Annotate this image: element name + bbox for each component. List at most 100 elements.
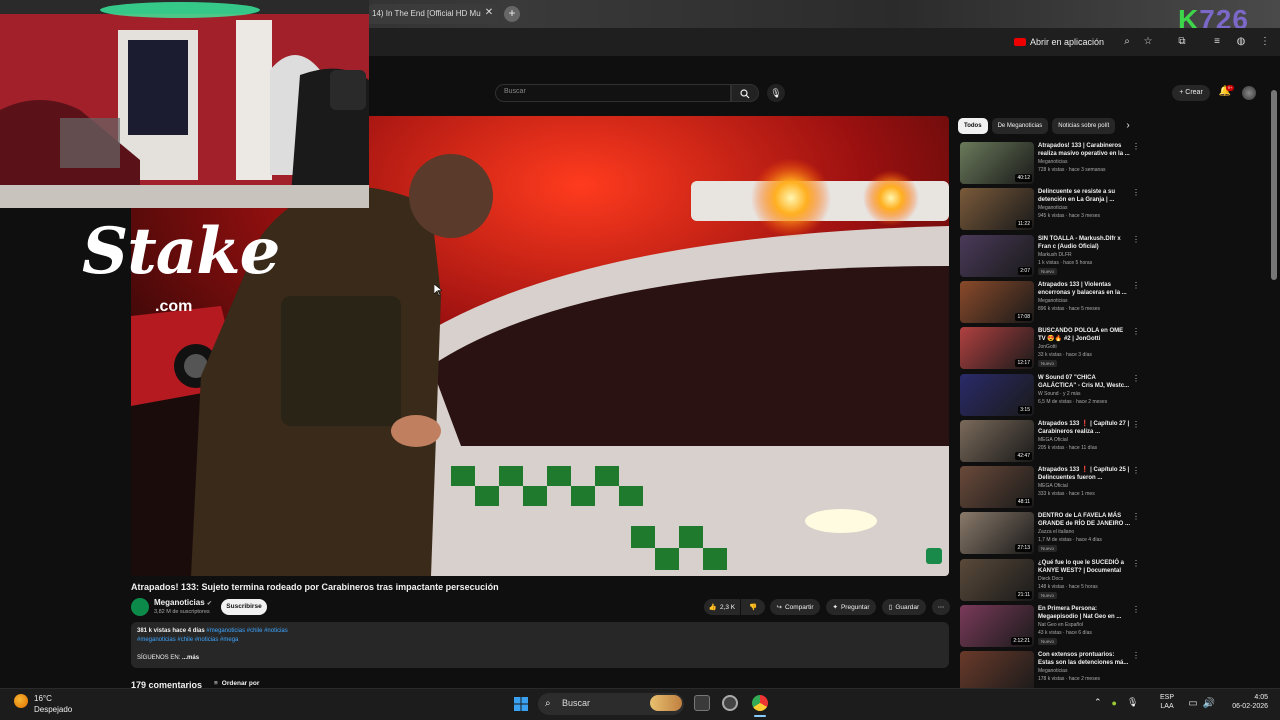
more-vert-icon[interactable]: ⋮ <box>1132 466 1140 475</box>
recommendation-channel[interactable]: Dieck Docs <box>1038 576 1063 582</box>
video-description[interactable]: 381 k vistas hace 4 días #meganoticias #… <box>131 622 949 668</box>
open-in-app-button[interactable]: Abrir en aplicación <box>1014 34 1110 50</box>
video-thumbnail[interactable]: 11:22 <box>960 188 1034 231</box>
recommendation-channel[interactable]: MEGA Oficial <box>1038 483 1068 489</box>
obs-app-icon[interactable] <box>722 695 738 711</box>
share-button[interactable]: ↪ Compartir <box>770 599 820 615</box>
save-button[interactable]: ▯ Guardar <box>882 599 926 615</box>
more-vert-icon[interactable]: ⋮ <box>1132 651 1140 660</box>
bookmark-star-icon[interactable]: ☆ <box>1141 35 1155 49</box>
more-vert-icon[interactable]: ⋮ <box>1132 374 1140 383</box>
desc-hashtags-1[interactable]: #meganoticias #chile #noticias <box>206 628 287 634</box>
weather-condition[interactable]: Despejado <box>34 705 72 714</box>
search-input[interactable]: Buscar <box>495 84 731 102</box>
recommendation-title[interactable]: Atrapados 133 | Violentas encerronas y b… <box>1038 281 1130 297</box>
recommendation-item[interactable]: 3:15 W Sound 07 "CHICA GALÁCTICA" - Cris … <box>960 373 1140 418</box>
video-thumbnail[interactable]: 42:47 <box>960 419 1034 462</box>
recommendation-title[interactable]: Atrapados 133 ❗ | Capítulo 25 | Delincue… <box>1038 466 1130 482</box>
subscribe-button[interactable]: Suscribirse <box>221 599 267 615</box>
recommendation-channel[interactable]: Meganoticias <box>1038 298 1067 304</box>
recommendation-channel[interactable]: Meganoticias <box>1038 159 1067 165</box>
show-more-link[interactable]: ...más <box>182 655 199 661</box>
sort-comments-button[interactable]: ≡ Ordenar por <box>214 680 259 687</box>
recommendation-item[interactable]: 40:12 Atrapados! 133 | Carabineros realiz… <box>960 142 1140 186</box>
zoom-icon[interactable]: ⌕ <box>1120 35 1134 49</box>
more-actions-button[interactable]: ⋯ <box>932 599 950 615</box>
channel-name[interactable]: Meganoticias ✔ <box>154 598 212 607</box>
video-thumbnail[interactable]: 27:13 <box>960 512 1034 555</box>
more-vert-icon[interactable]: ⋮ <box>1132 559 1140 568</box>
more-vert-icon[interactable]: ⋮ <box>1132 512 1140 521</box>
recommendation-item[interactable]: 21:11 ¿Qué fue lo que le SUCEDIÓ a KANYE … <box>960 558 1140 603</box>
recommendation-item[interactable]: 12:17 BUSCANDO POLOLA en OME TV 😍🔥 #2 | J… <box>960 327 1140 371</box>
recommendation-item[interactable]: 2:07 SIN TOALLA - Markush.Dlfr x Fran c (… <box>960 234 1140 279</box>
more-vert-icon[interactable]: ⋮ <box>1132 420 1140 429</box>
recommendation-title[interactable]: BUSCANDO POLOLA en OME TV 😍🔥 #2 | JonGot… <box>1038 327 1130 343</box>
recommendation-title[interactable]: Delincuente se resiste a su detención en… <box>1038 188 1130 204</box>
desc-hashtags-2[interactable]: #meganoticias #chile #noticias #mega <box>137 636 943 645</box>
chip-all[interactable]: Todos <box>958 118 988 134</box>
system-clock[interactable]: 4:05 06-02-2026 <box>1222 693 1268 711</box>
ask-button[interactable]: ✦ Preguntar <box>826 599 876 615</box>
search-button[interactable] <box>731 84 759 102</box>
video-thumbnail[interactable]: 2:07 <box>960 234 1034 277</box>
recommendation-title[interactable]: W Sound 07 "CHICA GALÁCTICA" - Cris MJ, … <box>1038 374 1130 390</box>
recommendation-channel[interactable]: Meganoticias <box>1038 205 1067 211</box>
chip-from-channel[interactable]: De Meganoticias <box>991 118 1049 134</box>
weather-temperature[interactable]: 16°C <box>34 694 52 703</box>
media-control-icon[interactable]: ≡ <box>1210 35 1224 49</box>
recommendation-item[interactable]: 42:47 Atrapados 133 ❗ | Capítulo 27 | Car… <box>960 419 1140 464</box>
network-icon[interactable]: ▭ <box>1186 697 1200 711</box>
more-vert-icon[interactable]: ⋮ <box>1132 142 1140 151</box>
tray-overflow-icon[interactable]: ⌃ <box>1094 697 1102 708</box>
create-button[interactable]: + Crear <box>1172 85 1210 101</box>
page-scrollbar[interactable] <box>1271 90 1277 280</box>
channel-avatar[interactable] <box>131 598 149 616</box>
tab-close-icon[interactable]: ✕ <box>482 6 496 20</box>
recommendation-channel[interactable]: W Sound · y 2 más <box>1038 391 1081 397</box>
input-language-button[interactable]: ESP LAA <box>1160 693 1174 711</box>
recommendation-title[interactable]: ¿Qué fue lo que le SUCEDIÓ a KANYE WEST?… <box>1038 559 1130 575</box>
more-vert-icon[interactable]: ⋮ <box>1132 327 1140 336</box>
dislike-button[interactable]: 👎 <box>741 599 765 615</box>
recommendation-item[interactable]: 11:22 Delincuente se resiste a su detenci… <box>960 188 1140 232</box>
recommendation-item[interactable]: 27:13 DENTRO de LA FAVELA MÁS GRANDE de R… <box>960 512 1140 556</box>
more-vert-icon[interactable]: ⋮ <box>1132 188 1140 197</box>
chevron-right-icon[interactable]: › <box>1122 118 1134 134</box>
recommendation-title[interactable]: DENTRO de LA FAVELA MÁS GRANDE de RÍO DE… <box>1038 512 1130 528</box>
menu-kebab-icon[interactable]: ⋮ <box>1258 35 1272 49</box>
recommendation-item[interactable]: 48:11 Atrapados 133 ❗ | Capítulo 25 | Del… <box>960 466 1140 510</box>
recommendation-item[interactable]: 2:12:21 En Primera Persona: Megaepisodio … <box>960 605 1140 649</box>
video-thumbnail[interactable]: 12:17 <box>960 327 1034 370</box>
recommendation-title[interactable]: Atrapados! 133 | Carabineros realiza mas… <box>1038 142 1130 158</box>
video-thumbnail[interactable] <box>960 651 1034 694</box>
recommendation-channel[interactable]: Markush DLFR <box>1038 252 1072 258</box>
recommendation-channel[interactable]: JonGotti <box>1038 344 1057 350</box>
video-thumbnail[interactable]: 3:15 <box>960 373 1034 416</box>
video-thumbnail[interactable]: 48:11 <box>960 466 1034 509</box>
microphone-icon[interactable]: 🎙 <box>1127 697 1138 708</box>
more-vert-icon[interactable]: ⋮ <box>1132 235 1140 244</box>
chip-politics[interactable]: Noticias sobre polít <box>1052 118 1116 134</box>
extensions-icon[interactable]: ⧉ <box>1175 35 1189 49</box>
more-vert-icon[interactable]: ⋮ <box>1132 281 1140 290</box>
task-view-icon[interactable] <box>694 695 710 711</box>
weather-icon[interactable] <box>14 694 28 708</box>
volume-icon[interactable]: 🔊 <box>1202 697 1216 711</box>
chrome-app-icon[interactable] <box>752 695 768 711</box>
recommendation-channel[interactable]: Meganoticias <box>1038 668 1067 674</box>
recommendation-channel[interactable]: MEGA Oficial <box>1038 437 1068 443</box>
search-highlight-icon[interactable] <box>650 695 682 711</box>
video-thumbnail[interactable]: 2:12:21 <box>960 605 1034 647</box>
recommendation-item[interactable]: 17:08 Atrapados 133 | Violentas encerrona… <box>960 280 1140 325</box>
windows-start-icon[interactable] <box>514 697 528 711</box>
recommendation-channel[interactable]: Nat Geo en Español <box>1038 622 1083 628</box>
account-avatar[interactable] <box>1242 86 1256 100</box>
like-button[interactable]: 👍 2,3 K <box>704 599 740 615</box>
browser-tab[interactable]: 14) In The End [Official HD Mu <box>368 4 498 24</box>
new-tab-button[interactable]: + <box>504 6 520 22</box>
video-thumbnail[interactable]: 17:08 <box>960 280 1034 323</box>
video-thumbnail[interactable]: 40:12 <box>960 142 1034 184</box>
recommendation-title[interactable]: Con extensos prontuarios: Estas son las … <box>1038 651 1130 667</box>
video-thumbnail[interactable]: 21:11 <box>960 558 1034 601</box>
